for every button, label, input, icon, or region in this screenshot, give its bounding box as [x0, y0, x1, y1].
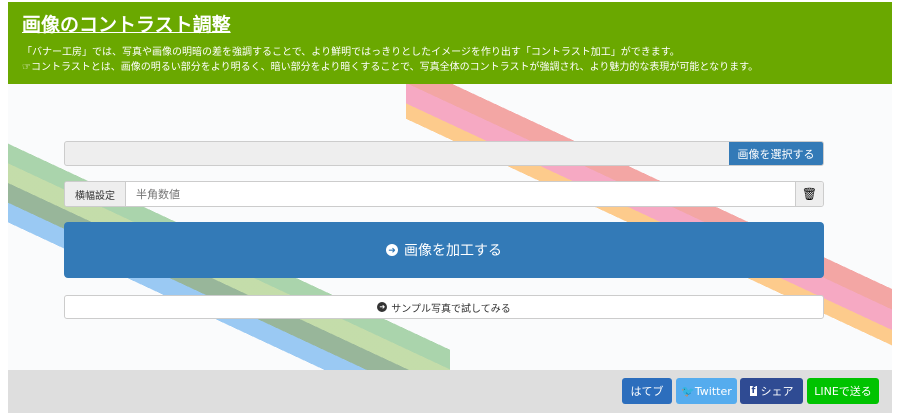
width-label: 横幅設定: [65, 182, 126, 206]
twitter-icon: 🐦: [681, 384, 695, 398]
process-image-button[interactable]: ➜ 画像を加工する: [64, 222, 824, 278]
twitter-share-button[interactable]: 🐦 Twitter: [676, 378, 737, 404]
trash-button[interactable]: 🗑: [795, 182, 823, 206]
share-bar: はてブ 🐦 Twitter f シェア LINEで送る: [8, 370, 892, 413]
arrow-circle-right-icon: ➜: [377, 302, 388, 312]
hatena-bookmark-button[interactable]: はてブ: [622, 378, 672, 404]
line-share-button[interactable]: LINEで送る: [807, 378, 879, 404]
facebook-icon: f: [749, 386, 758, 396]
description-line-2: コントラストとは、画像の明るい部分をより明るく、暗い部分をより暗くすることで、写…: [30, 62, 759, 73]
arrow-circle-right-icon: ➜: [386, 244, 398, 256]
description-line-1: 「バナー工房」では、写真や画像の明暗の差を強調することで、より鮮明ではっきりとし…: [22, 47, 680, 58]
file-name-display: [65, 142, 729, 165]
page-title: 画像のコントラスト調整: [22, 14, 231, 36]
header-banner: 画像のコントラスト調整 「バナー工房」では、写真や画像の明暗の差を強調することで…: [8, 2, 892, 84]
width-input[interactable]: [126, 182, 795, 206]
trash-icon: 🗑: [801, 187, 818, 201]
main-area: 画像を選択する 横幅設定 🗑 ➜画像を加工する ➜サンプル写真で試してみる: [8, 84, 892, 370]
file-input-group: 画像を選択する: [64, 141, 824, 166]
width-input-group: 横幅設定 🗑: [64, 181, 824, 207]
select-image-button[interactable]: 画像を選択する: [729, 142, 823, 165]
try-sample-button[interactable]: ➜ サンプル写真で試してみる: [64, 295, 824, 319]
hand-pointer-icon: ☞: [22, 62, 31, 73]
facebook-share-button[interactable]: f シェア: [740, 378, 803, 404]
